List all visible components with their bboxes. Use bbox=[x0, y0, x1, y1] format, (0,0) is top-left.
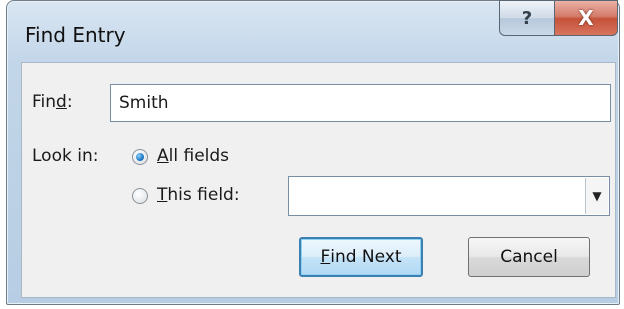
find-next-button[interactable]: Find Next bbox=[299, 237, 423, 277]
dialog-body: Find: Smith Look in: All fields This fie… bbox=[21, 62, 616, 298]
cancel-button[interactable]: Cancel bbox=[468, 237, 590, 277]
this-field-label[interactable]: This field: bbox=[157, 185, 240, 205]
dialog-title: Find Entry bbox=[25, 23, 126, 47]
all-fields-label[interactable]: All fields bbox=[157, 146, 229, 166]
help-icon: ? bbox=[521, 7, 533, 29]
chevron-down-icon[interactable]: ▼ bbox=[585, 178, 608, 214]
look-in-label: Look in: bbox=[32, 146, 99, 166]
this-field-dropdown[interactable]: ▼ bbox=[288, 176, 610, 216]
radio-selected-dot bbox=[136, 153, 144, 161]
this-field-radio[interactable] bbox=[132, 188, 148, 204]
close-button[interactable]: X bbox=[554, 0, 618, 36]
close-icon: X bbox=[578, 6, 594, 30]
find-label: Find: bbox=[32, 92, 73, 112]
find-entry-dialog: Find Entry ? X Find: Smith Look in: All … bbox=[6, 0, 620, 305]
find-input[interactable]: Smith bbox=[110, 84, 611, 122]
find-input-value: Smith bbox=[119, 93, 169, 113]
all-fields-radio[interactable] bbox=[132, 149, 148, 165]
help-button[interactable]: ? bbox=[499, 0, 555, 36]
